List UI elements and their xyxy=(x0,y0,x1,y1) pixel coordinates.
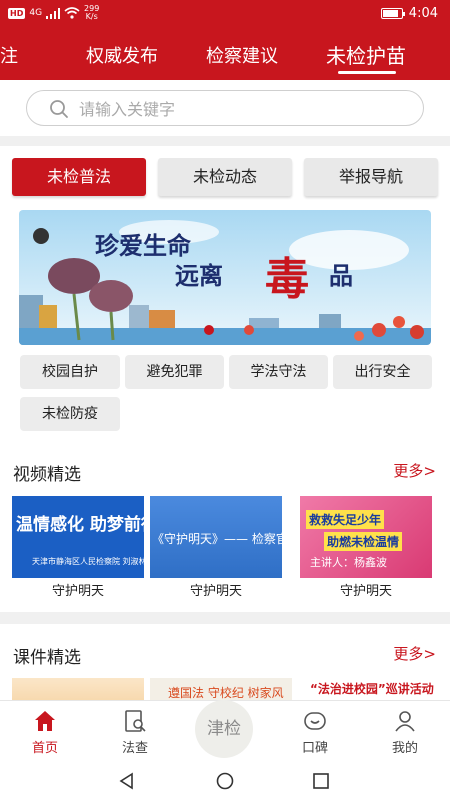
system-navigation-bar xyxy=(0,764,450,800)
home-icon xyxy=(35,711,55,731)
video-caption-2: 守护明天 xyxy=(189,584,242,599)
tab-juvenile-protection[interactable]: 未检护苗 xyxy=(326,40,406,69)
category-travel-safety[interactable]: 出行安全 xyxy=(333,355,432,389)
nav-home-label: 首页 xyxy=(31,741,58,756)
nav-profile[interactable]: 我的 xyxy=(360,701,450,765)
video-1-title: 温情感化 助梦前行 xyxy=(16,515,144,535)
subtab-juvenile-law[interactable]: 未检普法 xyxy=(12,158,146,196)
search-box[interactable] xyxy=(26,90,424,126)
video-thumbnail-3[interactable]: 救救失足少年 助燃未检温情 主讲人：杨鑫波 xyxy=(300,496,432,578)
category-learn-law[interactable]: 学法守法 xyxy=(229,355,328,389)
tab-follow[interactable]: 关注 xyxy=(0,42,18,68)
active-tab-indicator xyxy=(338,71,396,74)
reputation-icon xyxy=(304,712,326,730)
video-more-link[interactable]: 更多> xyxy=(393,460,436,481)
video-3-subtitle: 助燃未检温情 xyxy=(324,532,403,551)
status-bar: HD 4G 299 K/s 4:04 xyxy=(0,0,450,28)
wifi-icon xyxy=(64,7,80,19)
battery-icon xyxy=(380,8,405,19)
subtab-report-navigation[interactable]: 举报导航 xyxy=(304,158,438,196)
video-3-title: 救救失足少年 xyxy=(306,510,385,529)
course-section-title: 课件精选 xyxy=(13,648,81,668)
subtab-juvenile-news[interactable]: 未检动态 xyxy=(158,158,292,196)
back-icon[interactable] xyxy=(118,772,136,790)
course-more-link[interactable]: 更多> xyxy=(393,643,436,664)
recents-icon[interactable] xyxy=(312,772,330,790)
nav-law-search[interactable]: 法查 xyxy=(90,701,180,765)
clock: 4:04 xyxy=(408,6,438,21)
banner-headline-2b: 毒 xyxy=(265,254,309,305)
search-icon xyxy=(50,100,68,118)
home-circle-icon[interactable] xyxy=(216,772,234,790)
nav-profile-label: 我的 xyxy=(391,741,418,756)
section-divider xyxy=(0,612,450,624)
tab-procuratorial-advice[interactable]: 检察建议 xyxy=(206,42,278,68)
center-logo-button[interactable]: 津检 xyxy=(195,700,253,758)
banner-headline-1: 珍爱生命 xyxy=(95,232,192,260)
video-2-title: 《守护明天》—— 检察官讲述 xyxy=(152,532,282,546)
course-2-title: 遵国法 守校纪 树家风 xyxy=(168,686,284,700)
video-section-title: 视频精选 xyxy=(13,465,81,485)
category-epidemic-prevention[interactable]: 未检防疫 xyxy=(20,397,120,431)
video-caption-1: 守护明天 xyxy=(51,584,104,599)
video-thumbnail-1[interactable]: 温情感化 助梦前行 天津市静海区人民检察院 刘淑林 xyxy=(12,496,144,578)
course-3-title: “法治进校园”巡讲活动 xyxy=(310,682,434,696)
banner-carousel[interactable]: 珍爱生命 远离 毒 品 xyxy=(19,210,431,345)
search-area xyxy=(0,80,450,136)
signal-icon xyxy=(46,7,61,19)
banner-image: 珍爱生命 远离 毒 品 xyxy=(19,210,431,345)
nav-law-search-label: 法查 xyxy=(121,741,148,756)
category-avoid-crime[interactable]: 避免犯罪 xyxy=(125,355,224,389)
video-1-subtitle: 天津市静海区人民检察院 刘淑林 xyxy=(32,557,144,566)
banner-headline-2c: 品 xyxy=(329,262,353,290)
top-tab-bar: 关注 权威发布 检察建议 未检护苗 xyxy=(0,28,450,80)
nav-home[interactable]: 首页 xyxy=(0,701,90,765)
section-divider xyxy=(0,136,450,146)
video-3-speaker: 主讲人：杨鑫波 xyxy=(310,556,387,569)
video-thumbnail-2[interactable]: 《守护明天》—— 检察官讲述 xyxy=(150,496,282,578)
tab-authoritative-release[interactable]: 权威发布 xyxy=(86,42,158,68)
nav-reputation[interactable]: 口碑 xyxy=(270,701,360,765)
banner-headline-2a: 远离 xyxy=(175,262,223,290)
law-search-icon xyxy=(125,710,146,732)
search-input[interactable] xyxy=(79,97,399,121)
nav-reputation-label: 口碑 xyxy=(301,741,328,756)
network-speed: 299 K/s xyxy=(84,4,100,21)
profile-icon xyxy=(395,711,415,732)
hd-badge: HD xyxy=(8,7,26,19)
network-type: 4G xyxy=(29,8,43,18)
video-caption-3: 守护明天 xyxy=(339,584,392,599)
category-campus-self-protection[interactable]: 校园自护 xyxy=(20,355,120,389)
